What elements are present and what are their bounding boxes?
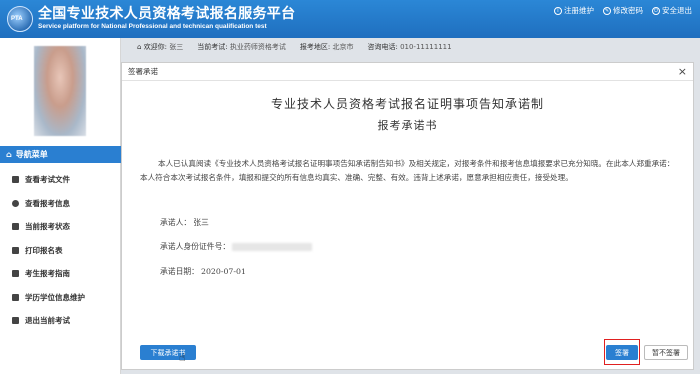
book-icon	[12, 270, 19, 278]
exam-info: 当前考试: 执业药师资格考试	[197, 43, 286, 51]
sidebar-item-current-status[interactable]: 当前报考状态	[0, 215, 121, 239]
id-number-field: 承诺人身份证件号：	[160, 241, 313, 252]
sign-commitment-dialog: 签署承诺 × 专业技术人员资格考试报名证明事项告知承诺制 报考承诺书 本人已认真…	[121, 62, 694, 370]
redacted-id-number	[232, 242, 313, 251]
exit-icon	[12, 317, 19, 325]
sidebar-item-view-exam-files[interactable]: 查看考试文件	[0, 168, 121, 192]
graduation-icon	[12, 293, 19, 301]
sidebar-item-exit-exam[interactable]: 退出当前考试	[0, 309, 121, 333]
region-info: 报考地区: 北京市	[299, 43, 354, 51]
register-maintain-link[interactable]: i 注册维护	[554, 5, 594, 16]
platform-subtitle: Service platform for National Profession…	[38, 23, 267, 30]
monitor-icon	[12, 223, 19, 231]
commitment-text: 本人已认真阅读《专业技术人员资格考试报名证明事项告知承诺制告知书》及相关规定，对…	[140, 159, 675, 182]
welcome-info: ⌂ 欢迎你: 张三	[137, 43, 184, 51]
dialog-title: 签署承诺	[122, 63, 693, 81]
pta-logo: PTA	[7, 6, 33, 32]
home-icon: ⌂	[6, 150, 12, 159]
promiser-field: 承诺人： 张三	[160, 218, 209, 227]
close-icon[interactable]: ×	[678, 66, 687, 77]
logout-icon: ⏻	[652, 6, 660, 15]
download-commitment-button[interactable]: 下载承诺书	[140, 345, 196, 360]
platform-title: 全国专业技术人员资格考试报名服务平台	[38, 6, 296, 22]
phone-info: 咨询电话: 010-11111111	[367, 43, 452, 51]
home-icon: ⌂	[137, 43, 142, 51]
sidebar: ⌂ 导航菜单 查看考试文件 查看报考信息 当前报考状态 打印报名表 考生报考指南…	[0, 38, 121, 374]
document-icon	[12, 176, 19, 184]
sign-button[interactable]: 签署	[606, 345, 638, 360]
hand-cursor-icon: ☝	[179, 351, 186, 364]
print-icon	[12, 246, 19, 254]
not-sign-button[interactable]: 暂不签署	[644, 345, 688, 360]
sidebar-item-education-info[interactable]: 学历学位信息维护	[0, 286, 121, 310]
sidebar-item-view-registration-info[interactable]: 查看报考信息	[0, 192, 121, 216]
info-icon: i	[554, 6, 562, 15]
nav-menu: 查看考试文件 查看报考信息 当前报考状态 打印报名表 考生报考指南 学历学位信息…	[0, 168, 121, 333]
sidebar-item-print-form[interactable]: 打印报名表	[0, 239, 121, 263]
app-header: PTA 全国专业技术人员资格考试报名服务平台 Service platform …	[0, 0, 700, 38]
logout-link[interactable]: ⏻ 安全退出	[652, 5, 692, 16]
edit-icon: ✎	[603, 6, 611, 15]
avatar	[34, 46, 86, 136]
eye-icon	[12, 199, 19, 207]
header-links: i 注册维护 ✎ 修改密码 ⏻ 安全退出	[554, 5, 692, 16]
sidebar-item-exam-guide[interactable]: 考生报考指南	[0, 262, 121, 286]
change-password-link[interactable]: ✎ 修改密码	[603, 5, 643, 16]
document-title: 专业技术人员资格考试报名证明事项告知承诺制	[270, 97, 544, 111]
document-subtitle: 报考承诺书	[377, 119, 438, 132]
nav-menu-header: ⌂ 导航菜单	[0, 146, 121, 163]
commit-date-field: 承诺日期： 2020-07-01	[160, 267, 246, 276]
user-info-bar: ⌂ 欢迎你: 张三 当前考试: 执业药师资格考试 报考地区: 北京市 咨询电话:…	[137, 40, 452, 54]
